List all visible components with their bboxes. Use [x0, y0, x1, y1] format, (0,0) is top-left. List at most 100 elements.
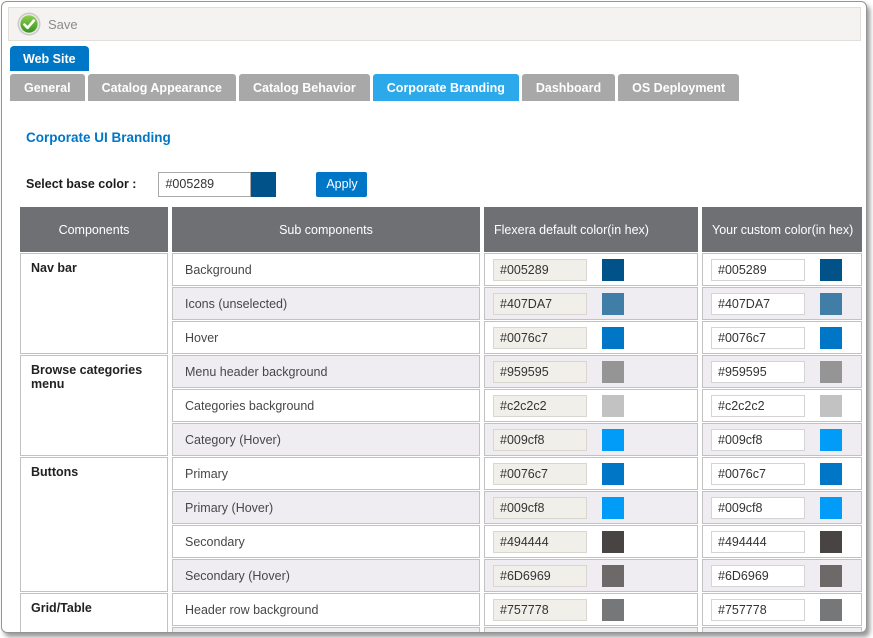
custom-hex-input[interactable] [711, 565, 805, 587]
color-swatch[interactable] [820, 293, 842, 315]
tab-web-site[interactable]: Web Site [10, 46, 89, 71]
custom-hex-input[interactable] [711, 259, 805, 281]
header-default-color: Flexera default color(in hex) [484, 207, 698, 252]
custom-hex-input[interactable] [711, 293, 805, 315]
custom-color-cell [702, 389, 862, 422]
custom-hex-input[interactable] [711, 361, 805, 383]
color-swatch [602, 565, 624, 587]
color-swatch [602, 395, 624, 417]
default-hex-input [493, 565, 587, 587]
header-components: Components [20, 207, 168, 252]
settings-window: Save Web Site GeneralCatalog AppearanceC… [1, 1, 867, 633]
default-hex-input [493, 531, 587, 553]
tab-os-deployment[interactable]: OS Deployment [618, 74, 739, 101]
default-hex-input [493, 633, 587, 634]
default-hex-input [493, 429, 587, 451]
save-label: Save [48, 17, 78, 32]
component-cell: Grid/Table [20, 593, 168, 633]
base-color-input[interactable] [158, 172, 251, 197]
sub-component-cell: Secondary [172, 525, 480, 558]
custom-color-cell [702, 457, 862, 490]
toolbar: Save [8, 7, 861, 41]
custom-hex-input[interactable] [711, 599, 805, 621]
color-swatch [602, 531, 624, 553]
color-swatch[interactable] [820, 361, 842, 383]
color-swatch[interactable] [820, 599, 842, 621]
custom-hex-input[interactable] [711, 497, 805, 519]
custom-color-cell [702, 593, 862, 626]
default-color-cell [484, 321, 698, 354]
color-swatch [602, 633, 624, 634]
tab-bar: GeneralCatalog AppearanceCatalog Behavio… [10, 74, 739, 101]
tab-dashboard[interactable]: Dashboard [522, 74, 615, 101]
color-swatch[interactable] [820, 633, 842, 634]
color-swatch[interactable] [820, 497, 842, 519]
tab-general[interactable]: General [10, 74, 85, 101]
component-cell: Browse categories menu [20, 355, 168, 456]
default-hex-input [493, 327, 587, 349]
color-swatch[interactable] [820, 429, 842, 451]
default-color-cell [484, 423, 698, 456]
save-check-icon [17, 12, 41, 36]
custom-color-cell [702, 559, 862, 592]
default-hex-input [493, 599, 587, 621]
sub-component-cell: Secondary (Hover) [172, 559, 480, 592]
default-hex-input [493, 463, 587, 485]
default-color-cell [484, 253, 698, 286]
default-color-cell [484, 457, 698, 490]
color-swatch [602, 259, 624, 281]
custom-hex-input[interactable] [711, 429, 805, 451]
default-color-cell [484, 389, 698, 422]
custom-color-cell [702, 321, 862, 354]
default-color-cell [484, 627, 698, 633]
custom-hex-input[interactable] [711, 633, 805, 634]
sub-component-cell: Hover [172, 321, 480, 354]
custom-hex-input[interactable] [711, 327, 805, 349]
default-color-cell [484, 593, 698, 626]
header-sub-components: Sub components [172, 207, 480, 252]
color-swatch[interactable] [820, 259, 842, 281]
custom-hex-input[interactable] [711, 531, 805, 553]
color-swatch[interactable] [820, 395, 842, 417]
sub-component-cell: Row (hover) background [172, 627, 480, 633]
color-swatch[interactable] [820, 565, 842, 587]
apply-button[interactable]: Apply [316, 172, 367, 197]
custom-color-cell [702, 253, 862, 286]
component-cell: Nav bar [20, 253, 168, 354]
tab-catalog-appearance[interactable]: Catalog Appearance [88, 74, 236, 101]
base-color-row: Select base color : Apply [26, 171, 367, 197]
base-color-swatch [251, 172, 276, 197]
color-swatch [602, 463, 624, 485]
custom-color-cell [702, 491, 862, 524]
sub-component-cell: Icons (unselected) [172, 287, 480, 320]
branding-table: Components Sub components Flexera defaul… [20, 207, 862, 633]
color-swatch[interactable] [820, 327, 842, 349]
sub-component-cell: Primary (Hover) [172, 491, 480, 524]
default-color-cell [484, 559, 698, 592]
sub-component-cell: Category (Hover) [172, 423, 480, 456]
color-swatch [602, 361, 624, 383]
default-hex-input [493, 497, 587, 519]
save-button[interactable]: Save [17, 12, 78, 36]
color-swatch[interactable] [820, 463, 842, 485]
sub-component-cell: Categories background [172, 389, 480, 422]
default-color-cell [484, 525, 698, 558]
custom-color-cell [702, 627, 862, 633]
sub-component-cell: Background [172, 253, 480, 286]
color-swatch [602, 293, 624, 315]
custom-hex-input[interactable] [711, 463, 805, 485]
tab-corporate-branding[interactable]: Corporate Branding [373, 74, 519, 101]
custom-color-cell [702, 355, 862, 388]
custom-hex-input[interactable] [711, 395, 805, 417]
default-hex-input [493, 259, 587, 281]
color-swatch[interactable] [820, 531, 842, 553]
default-color-cell [484, 287, 698, 320]
sub-component-cell: Menu header background [172, 355, 480, 388]
sub-component-cell: Primary [172, 457, 480, 490]
tab-catalog-behavior[interactable]: Catalog Behavior [239, 74, 370, 101]
page-title: Corporate UI Branding [26, 130, 171, 145]
color-swatch [602, 497, 624, 519]
color-swatch [602, 599, 624, 621]
component-cell: Buttons [20, 457, 168, 592]
custom-color-cell [702, 525, 862, 558]
